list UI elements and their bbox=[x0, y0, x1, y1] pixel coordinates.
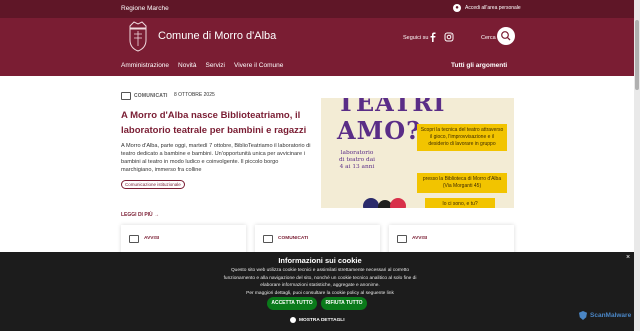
scrollbar-thumb[interactable] bbox=[635, 20, 639, 90]
watermark: ScanMalware bbox=[579, 311, 631, 320]
instagram-icon[interactable] bbox=[444, 32, 454, 42]
card-category: COMUNICATI bbox=[278, 236, 309, 241]
site-header: Comune di Morro d'Alba Seguici su Cerca … bbox=[0, 18, 640, 76]
cookie-text: Questo sito web utilizza cookie tecnici … bbox=[215, 267, 425, 297]
accept-all-button[interactable]: ACCETTA TUTTO bbox=[267, 297, 317, 310]
article-meta: COMUNICATI 8 OTTOBRE 2025 bbox=[121, 92, 215, 100]
cookie-policy-link[interactable]: Per maggiori dettagli, puoi consultare l… bbox=[246, 291, 394, 296]
arrow-right-icon: → bbox=[154, 212, 160, 218]
article-excerpt: A Morro d'Alba, parte oggi, martedì 7 ot… bbox=[121, 143, 311, 173]
search-label: Cerca bbox=[481, 35, 496, 41]
social-label: Seguici su bbox=[403, 35, 429, 41]
main-nav: Amministrazione Novità Servizi Vivere il… bbox=[121, 62, 292, 69]
card-category: AVVISI bbox=[412, 236, 428, 241]
watermark-label: ScanMalware bbox=[590, 312, 632, 319]
nav-item-servizi[interactable]: Servizi bbox=[205, 62, 225, 69]
read-more-label: LEGGI DI PIÙ bbox=[121, 212, 153, 218]
show-details-button[interactable]: MOSTRA DETTAGLI bbox=[290, 317, 345, 323]
site-title[interactable]: Comune di Morro d'Alba bbox=[158, 30, 276, 42]
poster-note-2: presso la Biblioteca di Morro d'Alba (Vi… bbox=[417, 173, 507, 193]
top-bar: Regione Marche ● Accedi all'area persona… bbox=[0, 0, 640, 18]
search-button[interactable] bbox=[497, 27, 515, 45]
poster-note-3: Io ci sono, e tu? bbox=[425, 198, 495, 208]
login-label: Accedi all'area personale bbox=[465, 5, 521, 11]
reject-all-button[interactable]: RIFIUTA TUTTO bbox=[321, 297, 367, 310]
nav-all-topics[interactable]: Tutti gli argomenti bbox=[451, 62, 507, 69]
card-category: AVVISI bbox=[144, 236, 160, 241]
municipal-emblem-icon[interactable] bbox=[126, 20, 150, 52]
search-icon bbox=[501, 31, 511, 41]
user-icon: ● bbox=[453, 4, 461, 12]
nav-item-vivere-il-comune[interactable]: Vivere il Comune bbox=[234, 62, 283, 69]
cookie-description: Questo sito web utilizza cookie tecnici … bbox=[223, 268, 417, 288]
poster-subtitle: laboratorio di teatro dai 4 ai 13 anni bbox=[338, 150, 376, 170]
calendar-icon bbox=[121, 92, 131, 100]
login-link[interactable]: ● Accedi all'area personale bbox=[453, 4, 521, 12]
poster-headline-1: TEATRI bbox=[337, 98, 446, 117]
article-title[interactable]: A Morro d'Alba nasce Biblioteatriamo, il… bbox=[121, 108, 311, 138]
article-image: TEATRI AMO? laboratorio di teatro dai 4 … bbox=[321, 98, 514, 208]
read-more-link[interactable]: LEGGI DI PIÙ → bbox=[121, 212, 159, 218]
article-category[interactable]: COMUNICATI bbox=[134, 93, 168, 99]
poster-characters-icon bbox=[363, 198, 406, 208]
calendar-icon bbox=[397, 235, 407, 243]
poster-note-1: Scopri la tecnica del teatro attraverso … bbox=[417, 124, 507, 151]
gear-icon bbox=[290, 317, 296, 323]
article-date: 8 OTTOBRE 2025 bbox=[174, 92, 215, 98]
nav-item-amministrazione[interactable]: Amministrazione bbox=[121, 62, 169, 69]
calendar-icon bbox=[263, 235, 273, 243]
nav-item-novita[interactable]: Novità bbox=[178, 62, 196, 69]
article-tag[interactable]: Comunicazione istituzionale bbox=[121, 180, 185, 189]
poster-headline-2: AMO? bbox=[337, 116, 422, 145]
calendar-icon bbox=[129, 235, 139, 243]
show-details-label: MOSTRA DETTAGLI bbox=[299, 317, 345, 323]
scrollbar[interactable] bbox=[634, 0, 640, 331]
region-link[interactable]: Regione Marche bbox=[121, 5, 169, 12]
facebook-icon[interactable] bbox=[428, 32, 438, 42]
cookie-title: Informazioni sui cookie bbox=[278, 256, 362, 265]
shield-icon bbox=[579, 311, 587, 320]
